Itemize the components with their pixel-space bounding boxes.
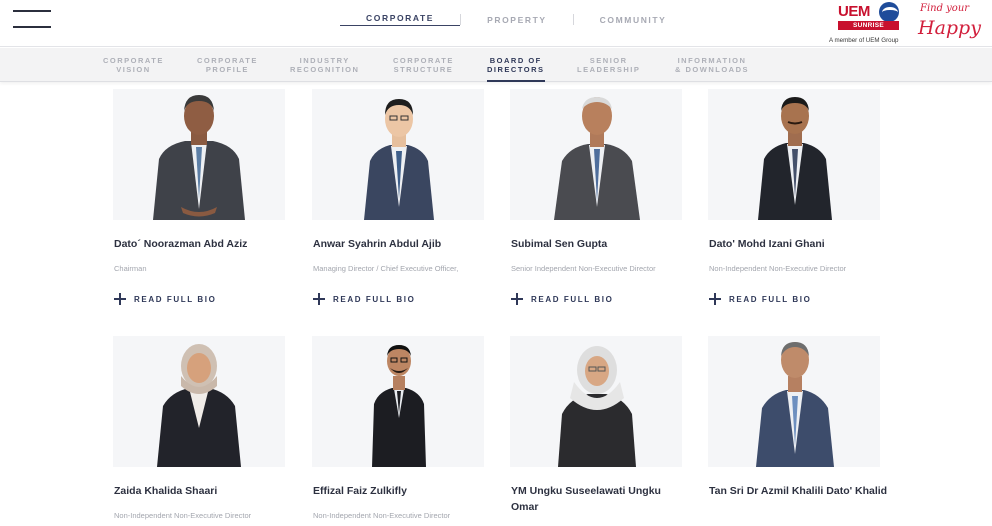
subnav-label: CORPORATE [393, 56, 454, 65]
subnav-label: CORPORATE [103, 56, 164, 65]
subnav-industry-recognition[interactable]: INDUSTRY RECOGNITION [290, 56, 359, 74]
director-photo[interactable] [510, 336, 682, 467]
director-role: Managing Director / Chief Executive Offi… [313, 264, 459, 273]
director-photo[interactable] [510, 89, 682, 220]
director-name: Subimal Sen Gupta [511, 238, 608, 250]
director-name: Dato´ Noorazman Abd Aziz [114, 238, 248, 250]
nav-property[interactable]: PROPERTY [461, 15, 573, 25]
director-name: Effizal Faiz Zulkifly [313, 485, 407, 497]
read-full-bio-link[interactable]: READ FULL BIO [114, 293, 216, 305]
subnav-label: INFORMATION [677, 56, 747, 65]
section-subnav: CORPORATE VISION CORPORATE PROFILE INDUS… [0, 48, 992, 82]
director-role: Non-Independent Non-Executive Director [709, 264, 847, 273]
subnav-corporate-profile[interactable]: CORPORATE PROFILE [197, 56, 258, 74]
director-photo[interactable] [312, 336, 484, 467]
director-photo[interactable] [312, 89, 484, 220]
read-full-bio-link[interactable]: READ FULL BIO [511, 293, 613, 305]
director-name: YM Ungku Suseelawati Ungku Omar [511, 485, 661, 513]
director-role: Chairman [114, 264, 147, 273]
subnav-label: PROFILE [205, 65, 249, 74]
read-full-bio-label: READ FULL BIO [531, 294, 614, 304]
subnav-label: RECOGNITION [290, 65, 360, 74]
plus-icon [114, 293, 126, 305]
director-role: Non-Independent Non-Executive Director [114, 511, 252, 520]
logo-sub: SUNRISE [838, 21, 899, 30]
top-bar: CORPORATE PROPERTY COMMUNITY UEM SUNRISE… [0, 0, 992, 47]
read-full-bio-link[interactable]: READ FULL BIO [709, 293, 811, 305]
subnav-label: VISION [116, 65, 151, 74]
director-role: Non-Independent Non-Executive Director [313, 511, 451, 520]
globe-icon [879, 2, 899, 22]
subnav-label: INDUSTRY [299, 56, 350, 65]
uem-sunrise-logo[interactable]: UEM SUNRISE A member of UEM Group [828, 2, 912, 46]
subnav-corporate-structure[interactable]: CORPORATE STRUCTURE [393, 56, 454, 74]
nav-community[interactable]: COMMUNITY [574, 15, 693, 25]
director-name: Tan Sri Dr Azmil Khalili Dato' Khalid [709, 485, 888, 497]
read-full-bio-label: READ FULL BIO [729, 294, 812, 304]
director-name: Dato' Mohd Izani Ghani [709, 238, 825, 250]
main-nav: CORPORATE PROPERTY COMMUNITY [340, 13, 692, 26]
subnav-label: LEADERSHIP [577, 65, 641, 74]
logo-member-text: A member of UEM Group [829, 37, 899, 44]
tagline: Find your Happy [918, 2, 981, 46]
tagline-line1: Find your [920, 3, 970, 14]
subnav-board-of-directors[interactable]: BOARD OF DIRECTORS [487, 56, 545, 82]
director-photo[interactable] [113, 89, 285, 220]
director-photo[interactable] [708, 89, 880, 220]
subnav-label: & DOWNLOADS [675, 65, 749, 74]
subnav-corporate-vision[interactable]: CORPORATE VISION [103, 56, 164, 74]
subnav-label: SENIOR [589, 56, 628, 65]
subnav-label: STRUCTURE [393, 65, 454, 74]
hamburger-icon[interactable] [13, 10, 51, 28]
plus-icon [709, 293, 721, 305]
director-photo[interactable] [708, 336, 880, 467]
subnav-label: BOARD OF [489, 56, 542, 65]
read-full-bio-link[interactable]: READ FULL BIO [313, 293, 415, 305]
subnav-label: CORPORATE [197, 56, 258, 65]
plus-icon [511, 293, 523, 305]
subnav-label: DIRECTORS [487, 65, 545, 74]
read-full-bio-label: READ FULL BIO [134, 294, 217, 304]
read-full-bio-label: READ FULL BIO [333, 294, 416, 304]
subnav-information-downloads[interactable]: INFORMATION & DOWNLOADS [675, 56, 749, 74]
nav-corporate[interactable]: CORPORATE [340, 13, 461, 26]
tagline-line2: Happy [918, 17, 981, 39]
director-name: Anwar Syahrin Abdul Ajib [313, 238, 442, 250]
director-photo[interactable] [113, 336, 285, 467]
director-name: Zaida Khalida Shaari [114, 485, 218, 497]
plus-icon [313, 293, 325, 305]
logo-brand: UEM [838, 3, 870, 20]
director-role: Senior Independent Non-Executive Directo… [511, 264, 656, 273]
subnav-senior-leadership[interactable]: SENIOR LEADERSHIP [577, 56, 640, 74]
